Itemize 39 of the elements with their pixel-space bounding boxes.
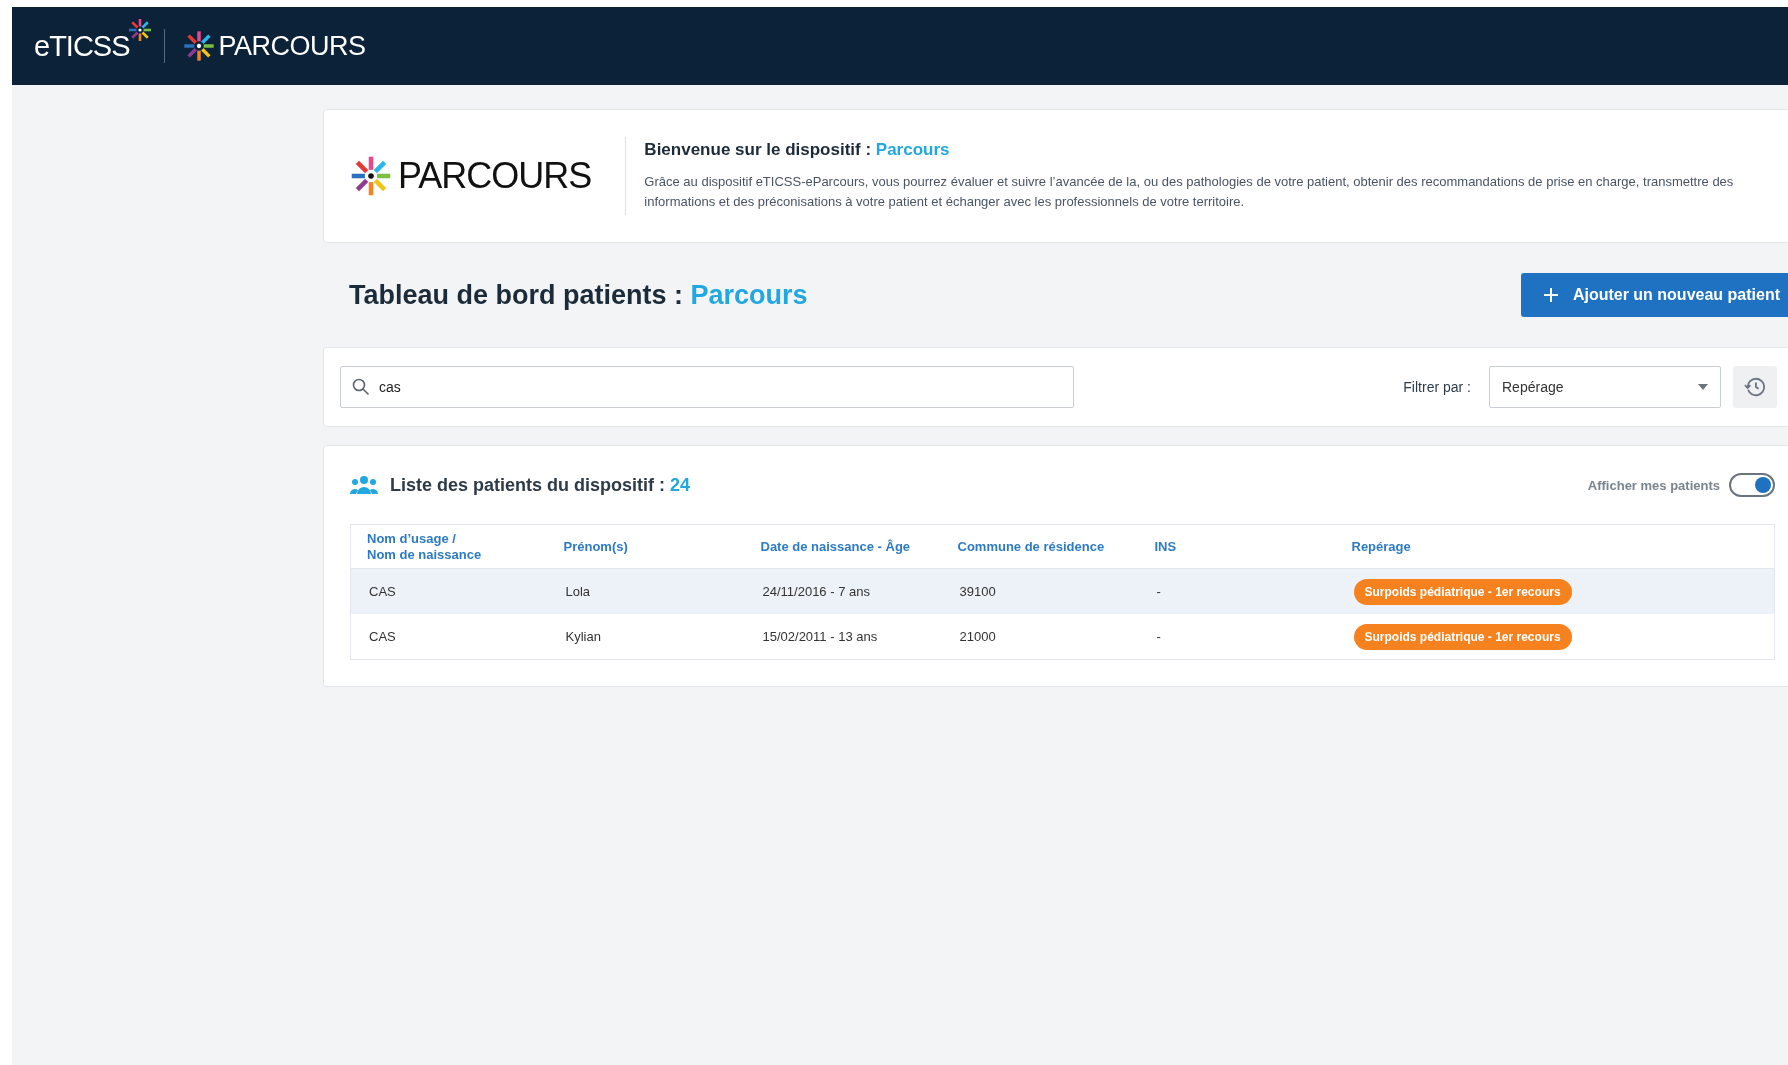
patient-list-title: Liste des patients du dispositif : 24 xyxy=(390,474,691,496)
history-icon xyxy=(1744,376,1766,398)
asterisk-logo-icon xyxy=(350,155,392,197)
filter-dropdown[interactable]: Repérage xyxy=(1489,366,1721,408)
table-cell: - xyxy=(1138,614,1336,660)
parcours-logo-text: PARCOURS xyxy=(398,155,592,197)
table-cell: Lola xyxy=(547,568,745,614)
table-cell: 21000 xyxy=(941,614,1139,660)
table-cell: 24/11/2016 - 7 ans xyxy=(744,568,942,614)
column-header: INS xyxy=(1138,524,1336,569)
column-header: Nom d’usage / Nom de naissance xyxy=(350,524,548,569)
table-cell: CAS xyxy=(350,568,548,614)
table-cell: 15/02/2011 - 13 ans xyxy=(744,614,942,660)
table-cell: CAS xyxy=(350,614,548,660)
plus-icon xyxy=(1542,287,1559,303)
add-patient-button[interactable]: Ajouter un nouveau patient xyxy=(1520,273,1788,317)
asterisk-logo-icon xyxy=(182,30,215,62)
welcome-description: Grâce au dispositif eTICSS-eParcours, vous pourrez évaluer et suivre l’avancée de la, ou des pathologies de votre patient, obtenir des recommandations de prise en charge, transmettre des informations et des préconisations à votre patient et échanger avec les professionnels de votre territoire. xyxy=(644,173,1735,211)
welcome-title: Bienvenue sur le dispositif : Parcours xyxy=(644,140,951,160)
table-cell: - xyxy=(1138,568,1336,614)
table-cell: 39100 xyxy=(941,568,1139,614)
toggle-switch[interactable] xyxy=(1729,473,1775,497)
column-header: Date de naissance - Âge xyxy=(744,524,942,569)
status-tag: Surpoids pédiatrique - 1er recours xyxy=(1353,578,1572,605)
filter-label: Filtrer par : xyxy=(1403,379,1471,395)
table-cell: Kylian xyxy=(547,614,745,660)
status-tag: Surpoids pédiatrique - 1er recours xyxy=(1353,623,1572,650)
search-icon xyxy=(352,378,370,396)
caret-icon xyxy=(1698,384,1708,390)
history-button[interactable] xyxy=(1733,366,1777,408)
people-icon xyxy=(350,475,378,495)
column-header: Prénom(s) xyxy=(547,524,745,569)
column-header: Commune de résidence xyxy=(941,524,1139,569)
column-header: Repérage xyxy=(1335,524,1775,569)
toggle-label: Afficher mes patients xyxy=(1587,477,1720,493)
dashboard-title: Tableau de bord patients : Parcours xyxy=(349,279,808,311)
brand-logo-text: eTICSS xyxy=(34,29,130,63)
search-field[interactable]: cas xyxy=(340,366,1074,408)
product-logo-text: PARCOURS xyxy=(218,30,366,62)
